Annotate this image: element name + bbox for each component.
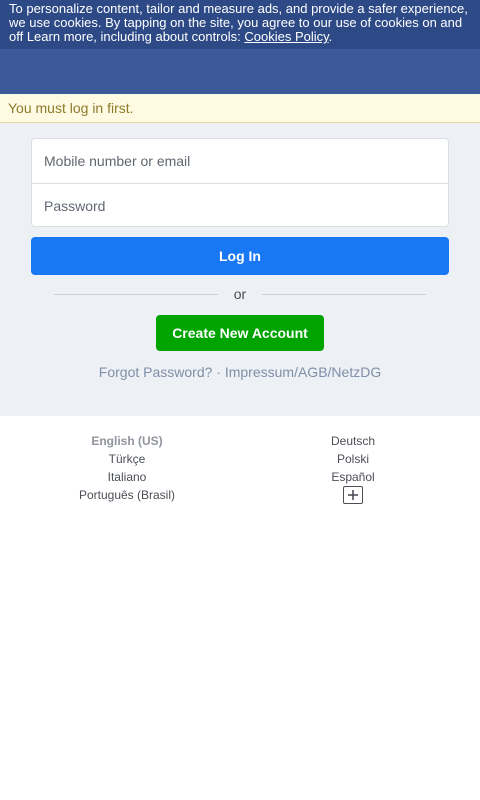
language-selector: English (US) Türkçe Italiano Português (… — [0, 416, 480, 516]
divider-line-left — [54, 294, 218, 295]
language-column-right: Deutsch Polski Español — [253, 434, 453, 507]
forgot-password-link[interactable]: Forgot Password? — [99, 364, 213, 380]
language-option[interactable]: Deutsch — [253, 434, 453, 452]
login-form: Log In or Create New Account Forgot Pass… — [0, 123, 480, 416]
more-languages-button[interactable] — [343, 486, 363, 504]
login-button[interactable]: Log In — [31, 237, 449, 275]
credentials-group — [31, 138, 449, 227]
account-links: Forgot Password? · Impressum/AGB/NetzDG — [0, 364, 480, 380]
language-column-left: English (US) Türkçe Italiano Português (… — [27, 434, 227, 506]
cookie-banner-period: . — [328, 29, 333, 44]
password-field[interactable] — [32, 183, 448, 227]
header-bar — [0, 50, 480, 94]
cookies-policy-link[interactable]: Cookies Policy — [244, 29, 328, 44]
email-field[interactable] — [32, 139, 448, 183]
language-current: English (US) — [91, 434, 163, 448]
or-divider: or — [233, 286, 247, 302]
link-separator: · — [212, 364, 225, 380]
cookie-banner-text: To personalize content, tailor and measu… — [9, 1, 468, 44]
language-option[interactable]: Italiano — [27, 470, 227, 488]
impressum-link[interactable]: Impressum/AGB/NetzDG — [225, 364, 381, 380]
divider-line-right — [262, 294, 426, 295]
cookie-banner: To personalize content, tailor and measu… — [0, 0, 480, 50]
create-account-button[interactable]: Create New Account — [156, 315, 324, 351]
language-option[interactable]: Türkçe — [27, 452, 227, 470]
login-required-notice: You must log in first. — [0, 94, 480, 123]
plus-icon — [348, 490, 358, 500]
language-option[interactable]: Polski — [253, 452, 453, 470]
language-option[interactable]: Português (Brasil) — [27, 488, 227, 506]
